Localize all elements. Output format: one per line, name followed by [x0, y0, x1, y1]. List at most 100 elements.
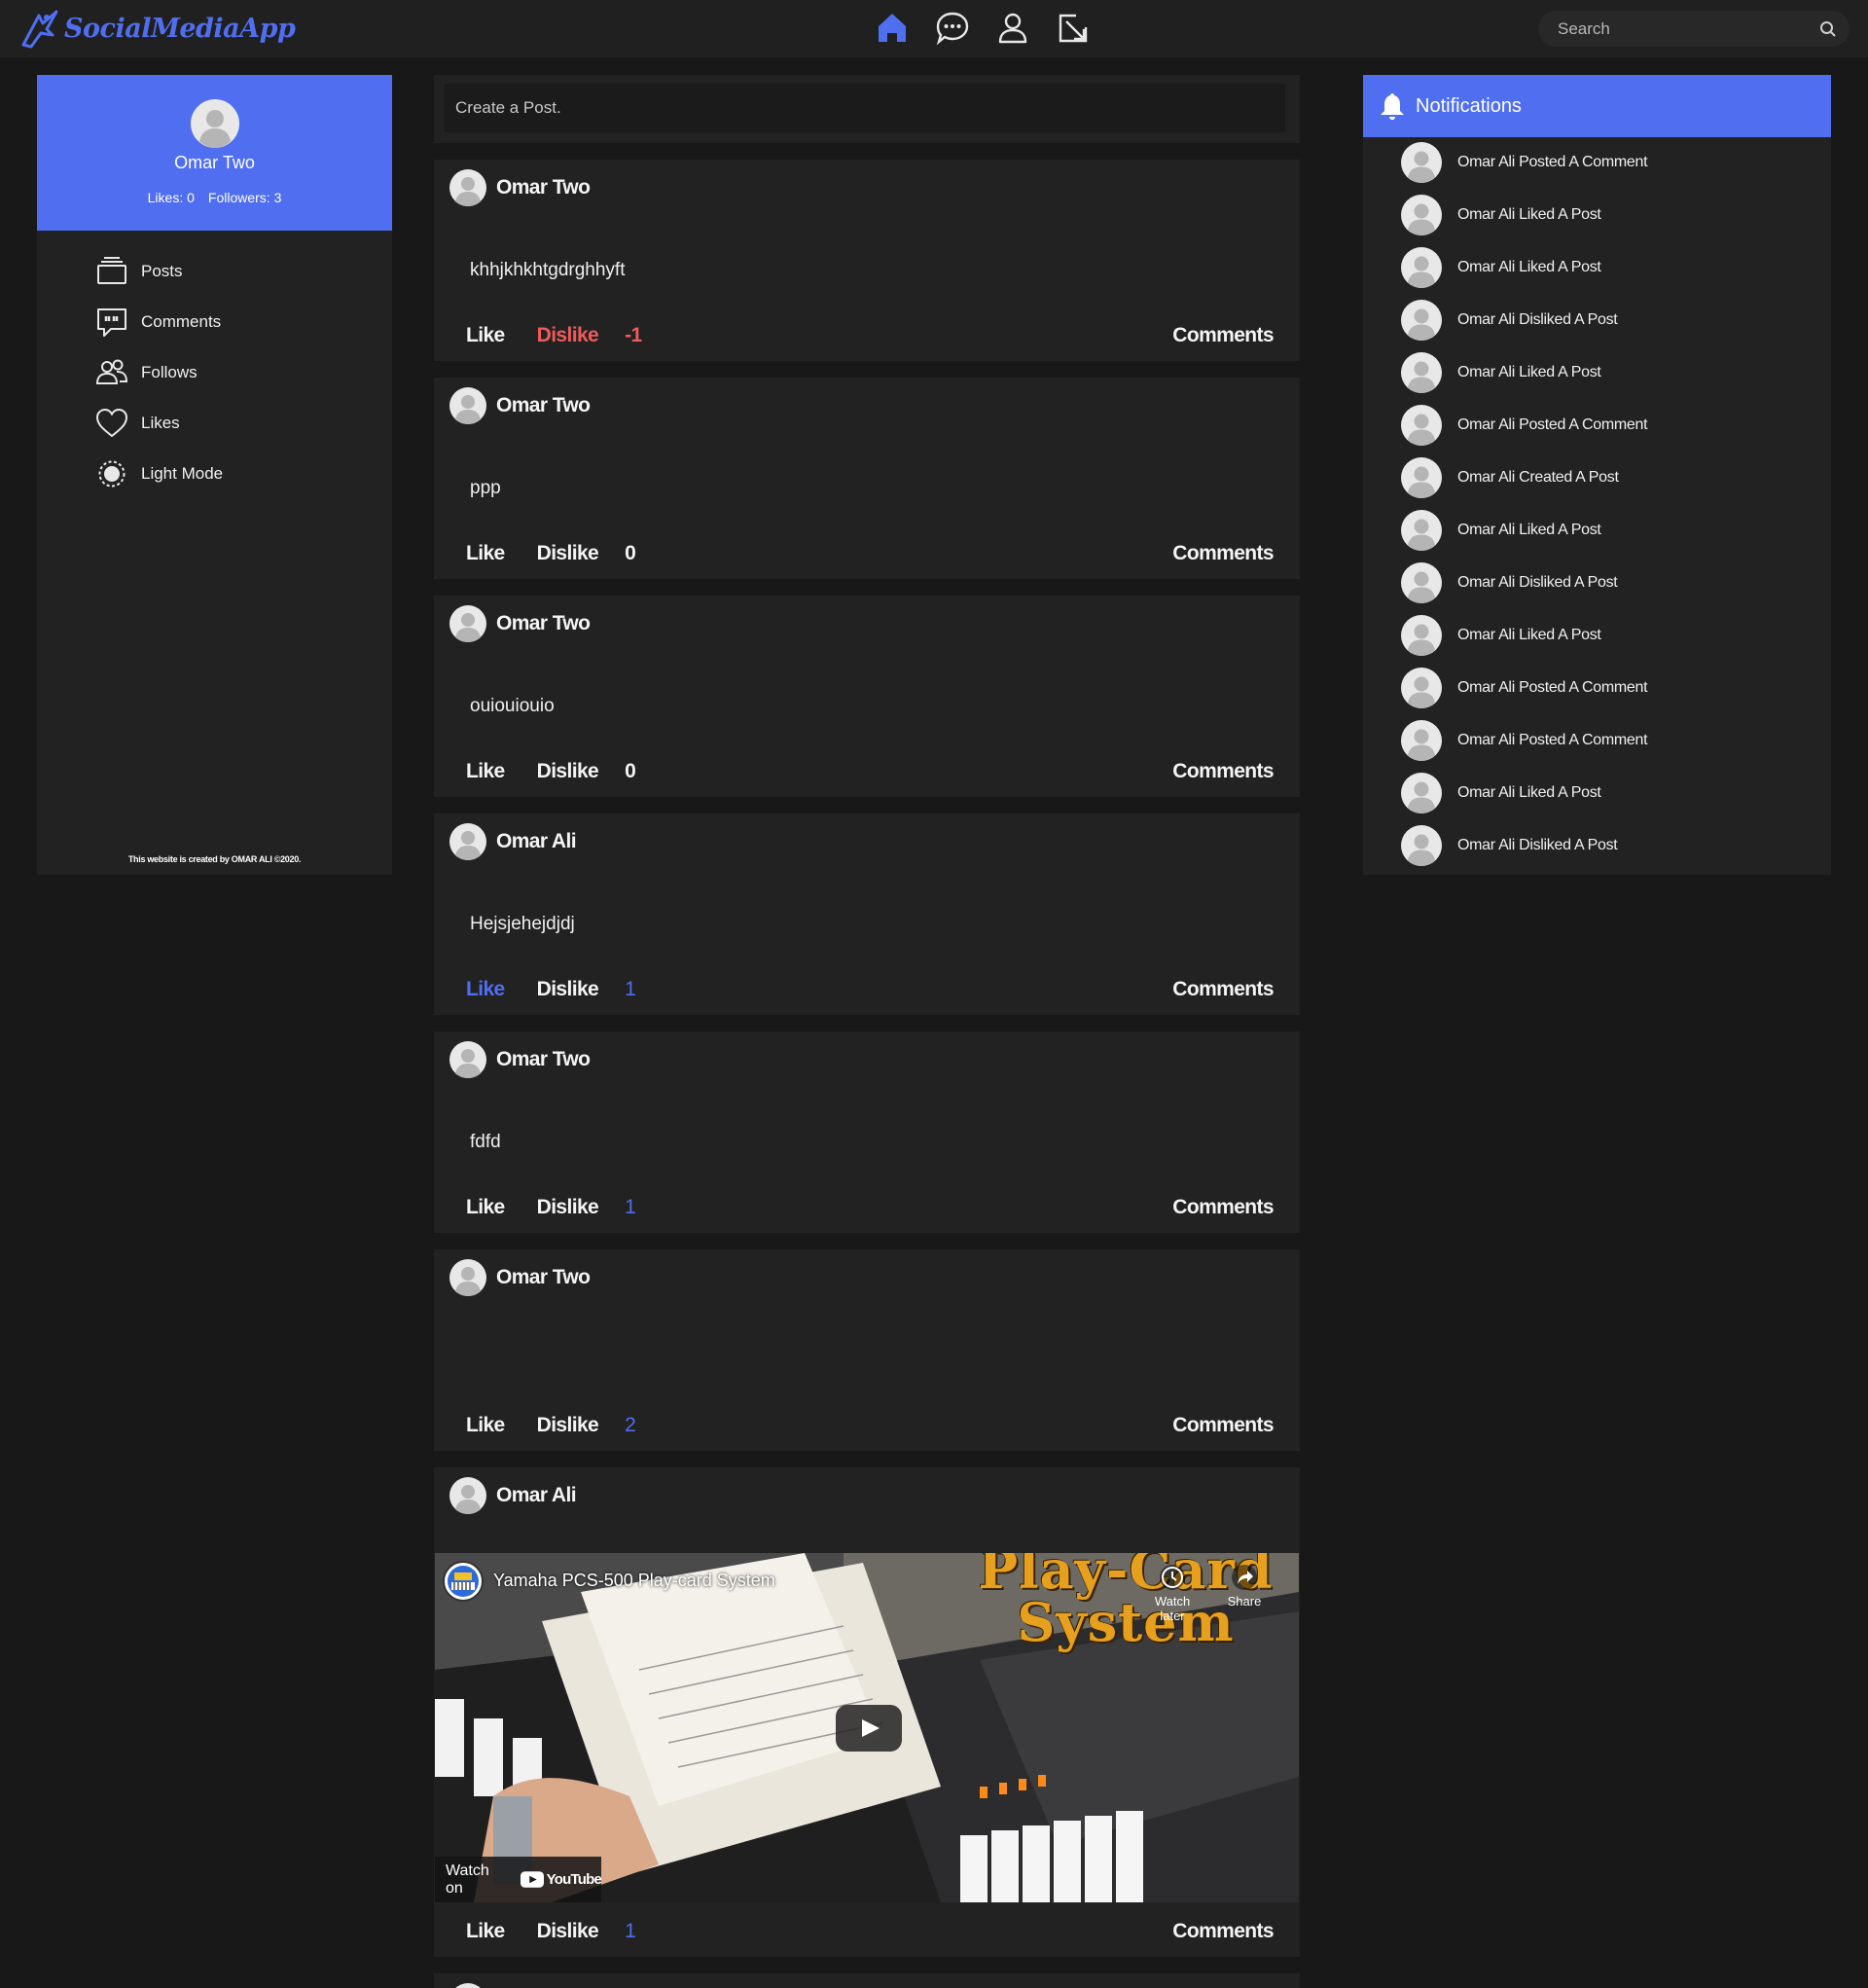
play-icon[interactable] — [836, 1705, 902, 1752]
notification-text: Omar Ali Liked A Post — [1457, 784, 1601, 801]
vote-score: 1 — [625, 1196, 636, 1218]
watch-later-label: Watch later — [1154, 1594, 1191, 1623]
share-button[interactable]: Share — [1213, 1563, 1275, 1608]
comments-button[interactable]: Comments — [1172, 324, 1274, 347]
profile-icon[interactable] — [994, 10, 1031, 47]
watch-later-button[interactable]: Watch later — [1141, 1563, 1203, 1623]
sidebar-item-light-mode[interactable]: Light Mode — [95, 456, 309, 491]
avatar — [1401, 562, 1442, 603]
posts-icon — [97, 257, 126, 284]
search-input[interactable] — [1558, 11, 1811, 47]
avatar[interactable] — [449, 1477, 486, 1514]
avatar — [1401, 247, 1442, 288]
notification-item[interactable]: Omar Ali Posted A Comment — [1401, 142, 1810, 183]
post-author[interactable]: Omar Two — [496, 612, 591, 635]
avatar[interactable] — [449, 169, 486, 206]
like-button[interactable]: Like — [466, 324, 505, 347]
video-title[interactable]: Yamaha PCS-500 Play-card System — [493, 1571, 775, 1591]
dislike-button[interactable]: Dislike — [537, 1414, 599, 1437]
channel-avatar-icon[interactable] — [443, 1561, 484, 1602]
post-author[interactable]: Omar Two — [496, 1266, 591, 1289]
post-author[interactable]: Omar Two — [496, 1048, 591, 1071]
avatar — [1401, 825, 1442, 866]
profile-name[interactable]: Omar Two — [37, 153, 392, 173]
notification-item[interactable]: Omar Ali Posted A Comment — [1401, 668, 1810, 708]
notification-text: Omar Ali Disliked A Post — [1457, 837, 1618, 853]
heart-icon — [95, 408, 128, 438]
notification-text: Omar Ali Posted A Comment — [1457, 679, 1648, 696]
dislike-button[interactable]: Dislike — [537, 760, 599, 783]
post-author[interactable]: Omar Two — [496, 394, 591, 417]
chat-icon[interactable] — [934, 10, 971, 47]
sidebar-item-label: Comments — [141, 312, 222, 331]
notification-text: Omar Ali Liked A Post — [1457, 522, 1601, 538]
notification-text: Omar Ali Disliked A Post — [1457, 574, 1618, 591]
vote-score: 1 — [625, 1920, 636, 1942]
avatar[interactable] — [449, 1259, 486, 1296]
notification-item[interactable]: Omar Ali Liked A Post — [1401, 195, 1810, 235]
sidebar-item-follows[interactable]: Follows — [95, 355, 309, 390]
notification-item[interactable]: Omar Ali Liked A Post — [1401, 510, 1810, 551]
notification-item[interactable]: Omar Ali Disliked A Post — [1401, 825, 1810, 866]
post-author[interactable]: Omar Ali — [496, 830, 577, 853]
notification-item[interactable]: Omar Ali Disliked A Post — [1401, 300, 1810, 341]
sidebar-item-likes[interactable]: Likes — [95, 406, 309, 441]
post-author[interactable]: Omar Ali — [496, 1484, 577, 1507]
comments-button[interactable]: Comments — [1172, 978, 1274, 1001]
avatar[interactable] — [191, 99, 239, 148]
avatar[interactable] — [449, 605, 486, 642]
notification-item[interactable]: Omar Ali Posted A Comment — [1401, 405, 1810, 446]
sidebar-item-comments[interactable]: Comments — [95, 305, 309, 340]
post-header: Omar Ali — [449, 1477, 577, 1514]
like-button[interactable]: Like — [466, 1920, 505, 1943]
notification-text: Omar Ali Liked A Post — [1457, 206, 1601, 223]
avatar — [1401, 615, 1442, 656]
notifications-header: Notifications — [1363, 75, 1831, 137]
avatar — [1401, 510, 1442, 551]
avatar[interactable] — [449, 387, 486, 424]
post-actions: Like Dislike 0 Comments — [466, 540, 1275, 567]
like-button[interactable]: Like — [466, 978, 505, 1001]
search-icon[interactable] — [1818, 19, 1838, 39]
avatar[interactable] — [449, 1041, 486, 1078]
dislike-button[interactable]: Dislike — [537, 978, 599, 1001]
dislike-button[interactable]: Dislike — [537, 542, 599, 565]
logout-icon[interactable] — [1055, 10, 1092, 47]
notification-item[interactable]: Omar Ali Created A Post — [1401, 457, 1810, 498]
home-icon[interactable] — [874, 10, 911, 47]
notification-item[interactable]: Omar Ali Liked A Post — [1401, 773, 1810, 813]
like-button[interactable]: Like — [466, 1414, 505, 1437]
notification-item[interactable]: Omar Ali Liked A Post — [1401, 615, 1810, 656]
comments-button[interactable]: Comments — [1172, 1920, 1274, 1943]
like-button[interactable]: Like — [466, 542, 505, 565]
notification-item[interactable]: Omar Ali Disliked A Post — [1401, 562, 1810, 603]
video-embed[interactable]: Yamaha PCS-500 Play-card System Play-Car… — [435, 1553, 1299, 1902]
post-author[interactable]: Omar Two — [496, 176, 591, 199]
notification-item[interactable]: Omar Ali Liked A Post — [1401, 352, 1810, 393]
like-button[interactable]: Like — [466, 1196, 505, 1219]
comments-button[interactable]: Comments — [1172, 1414, 1274, 1437]
dislike-button[interactable]: Dislike — [537, 1920, 599, 1943]
like-button[interactable]: Like — [466, 760, 505, 783]
brand-logo[interactable]: SocialMediaApp — [18, 6, 296, 51]
avatar[interactable] — [449, 1983, 486, 1988]
notification-item[interactable]: Omar Ali Posted A Comment — [1401, 720, 1810, 761]
comments-button[interactable]: Comments — [1172, 760, 1274, 783]
post-text: khhjkhkhtgdrghhyft — [470, 260, 626, 280]
post-header: Omar Ali — [449, 823, 577, 860]
post-card: Omar Two ouiouiouio Like Dislike 0 Comme… — [434, 596, 1300, 797]
comments-button[interactable]: Comments — [1172, 1196, 1274, 1219]
notification-item[interactable]: Omar Ali Liked A Post — [1401, 247, 1810, 288]
comments-button[interactable]: Comments — [1172, 542, 1274, 565]
dislike-button[interactable]: Dislike — [537, 1196, 599, 1219]
notifications-panel: Notifications Omar Ali Posted A Comment O… — [1363, 75, 1831, 875]
create-post-input[interactable] — [445, 84, 1285, 132]
avatar[interactable] — [449, 823, 486, 860]
post-card: Omar Two Like Dislike 2 Comments — [434, 1249, 1300, 1451]
avatar — [1401, 457, 1442, 498]
sidebar-item-label: Follows — [141, 363, 198, 381]
vote-score: 2 — [625, 1414, 636, 1436]
sidebar-item-posts[interactable]: Posts — [95, 254, 309, 289]
dislike-button[interactable]: Dislike — [537, 324, 599, 347]
watch-on-youtube-button[interactable]: Watch on YouTube — [435, 1857, 602, 1902]
